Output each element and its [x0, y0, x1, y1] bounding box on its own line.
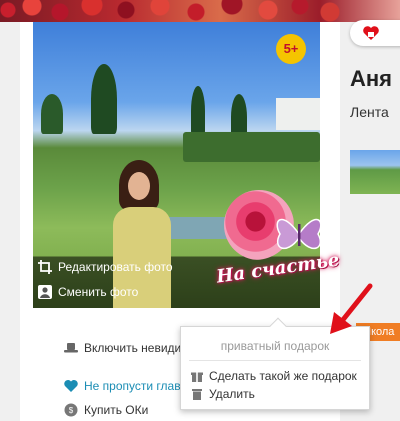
popup-title: приватный подарок — [220, 339, 330, 353]
dont-miss-label: Не пропусти глав — [84, 379, 181, 393]
make-same-gift-label: Сделать такой же подарок — [209, 369, 357, 383]
invisible-mode-label: Включить невиди — [84, 341, 182, 355]
top-banner — [0, 0, 400, 22]
tab-feed[interactable]: Лента — [350, 104, 389, 120]
heart-icon — [64, 380, 78, 392]
edit-photo-label: Редактировать фото — [58, 260, 173, 274]
hedge — [183, 132, 320, 162]
invisible-mode-item[interactable]: Включить невиди — [64, 341, 181, 355]
gifts-button[interactable] — [350, 20, 400, 46]
make-same-gift-item[interactable]: Сделать такой же подарок — [191, 369, 357, 383]
buy-ok-label: Купить ОКи — [84, 403, 149, 417]
dont-miss-item[interactable]: Не пропусти глав — [64, 379, 181, 393]
buy-ok-item[interactable]: $ Купить ОКи — [64, 403, 148, 417]
edit-photo-link[interactable]: Редактировать фото — [38, 260, 173, 274]
svg-text:$: $ — [69, 406, 74, 415]
age-rating-badge: 5+ — [276, 34, 306, 64]
delete-gift-item[interactable]: Удалить — [191, 387, 255, 401]
butterfly-icon — [276, 219, 322, 250]
gift-heart-icon — [363, 26, 379, 40]
coins-icon: $ — [64, 403, 78, 417]
user-photo-icon — [38, 285, 52, 299]
feed-thumbnail[interactable] — [350, 150, 400, 194]
person-face — [128, 172, 150, 200]
villa — [276, 98, 320, 130]
crop-icon — [38, 260, 52, 274]
tree — [191, 86, 205, 136]
hat-icon — [64, 343, 78, 353]
change-photo-label: Сменить фото — [58, 285, 139, 299]
gift-sticker[interactable]: На счастье — [210, 186, 341, 304]
delete-gift-label: Удалить — [209, 387, 255, 401]
tree — [41, 94, 63, 134]
annotation-arrow-icon — [330, 283, 373, 334]
profile-name: Аня — [350, 66, 393, 91]
tree — [91, 64, 117, 134]
gift-icon — [191, 372, 203, 382]
gift-context-popup: приватный подарок Сделать такой же подар… — [180, 326, 370, 410]
trash-icon — [192, 389, 202, 400]
popup-divider — [189, 360, 361, 361]
change-photo-link[interactable]: Сменить фото — [38, 285, 138, 299]
